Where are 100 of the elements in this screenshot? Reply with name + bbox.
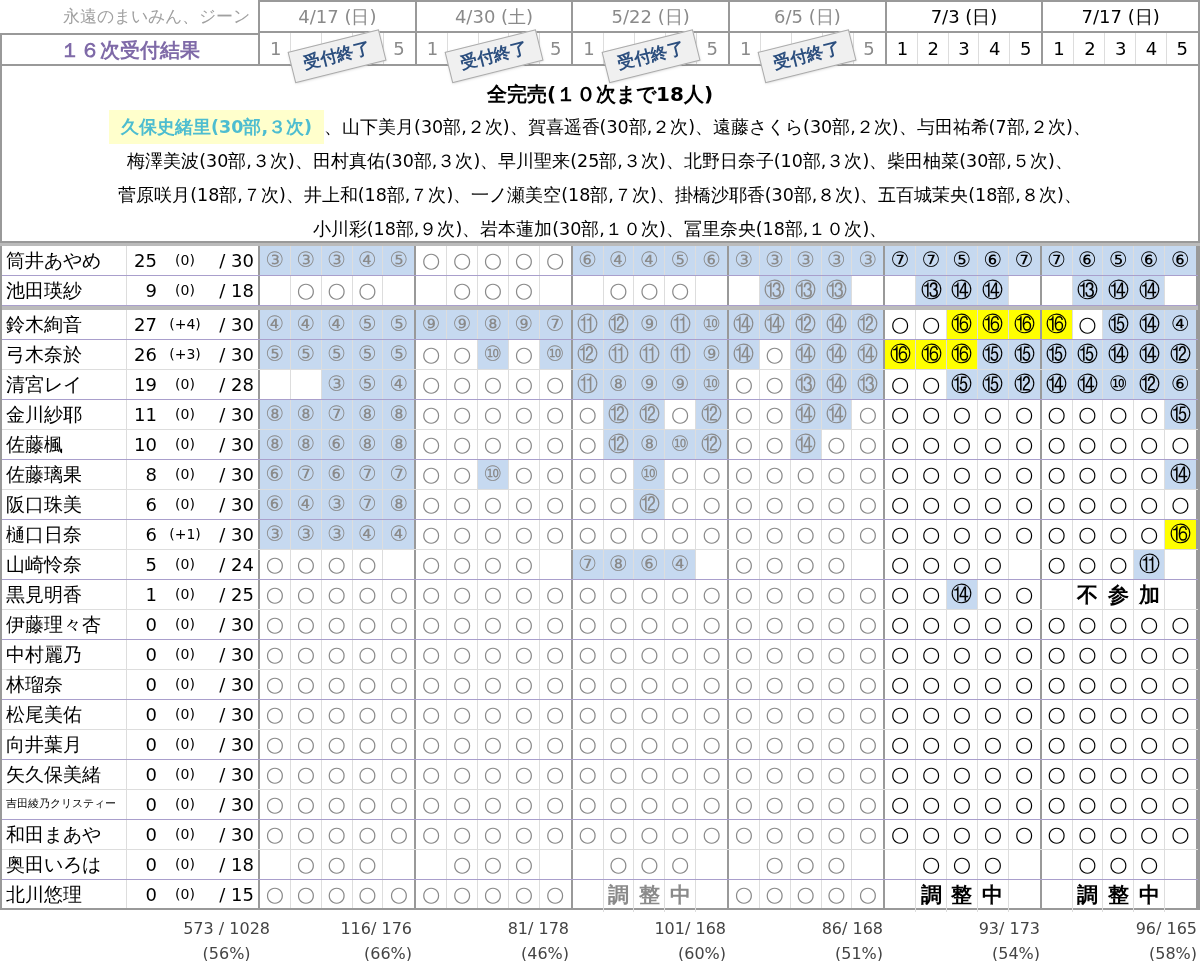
list-separator: 、 — [453, 184, 472, 207]
summary-heading: 全完売(１０次まで18人) — [486, 81, 714, 108]
slot-mark: ○ — [983, 404, 1002, 425]
slot-mark: ○ — [827, 854, 846, 875]
list-separator: 、 — [509, 116, 528, 139]
slot-mark: ○ — [327, 824, 346, 845]
slot-cell: ⑭ — [821, 400, 853, 429]
slot-cell: ⑧ — [352, 400, 384, 429]
slot-cell: ⑯ — [947, 310, 978, 339]
slot-mark: ○ — [1171, 674, 1190, 695]
slot-mark: ○ — [546, 734, 565, 755]
slot-mark: ○ — [734, 554, 754, 575]
slot-mark: ○ — [389, 704, 409, 725]
slot-cell: ⑦ — [885, 246, 917, 275]
slot-mark: ○ — [1109, 554, 1128, 575]
slot-mark: ○ — [640, 704, 659, 725]
slot-cell: ③ — [260, 246, 291, 275]
soldout-entry: 与田祐希(7部,２次) — [916, 116, 1073, 139]
slot-cell: ⑭ — [1072, 370, 1104, 399]
slot-mark: ○ — [921, 374, 941, 395]
slot-mark: ○ — [983, 614, 1002, 635]
slot-mark: ○ — [483, 704, 503, 725]
slot-cell: ⑫ — [1134, 370, 1166, 399]
slot-mark: ○ — [265, 734, 285, 755]
slot-mark: ○ — [452, 854, 472, 875]
slot-mark: ○ — [921, 854, 941, 875]
slot-cell: ④ — [290, 490, 322, 519]
slot-mark: ○ — [891, 524, 910, 545]
slot-mark: ○ — [734, 404, 754, 425]
slot-mark: ○ — [578, 764, 597, 785]
slot-mark: ○ — [452, 674, 472, 695]
slot-mark: ○ — [891, 314, 910, 335]
slot-mark: ○ — [1047, 524, 1066, 545]
slot-mark: ○ — [921, 524, 941, 545]
slot-mark: ○ — [546, 794, 565, 815]
slot-number: 1 — [740, 37, 752, 61]
list-separator: 、 — [869, 150, 888, 173]
slot-mark: ○ — [609, 674, 628, 695]
slot-mark: ○ — [1109, 764, 1128, 785]
slot-mark: ○ — [452, 404, 472, 425]
slot-number: 1 — [583, 37, 595, 61]
event-date: 4/30 (土) — [454, 5, 534, 29]
slot-mark: ○ — [891, 494, 910, 515]
slot-mark: ○ — [1078, 734, 1097, 755]
slot-mark: ○ — [514, 824, 533, 845]
member-name: 松尾美佑 — [6, 702, 82, 728]
slot-cell: ⑫ — [603, 430, 635, 459]
slot-cell: ③ — [321, 520, 353, 549]
slot-cell: ⑦ — [383, 460, 415, 489]
sheet-title: １６次受付結果 — [60, 36, 200, 64]
slot-cell: ⑥ — [321, 460, 353, 489]
slot-mark: ○ — [921, 734, 941, 755]
slot-mark: ○ — [983, 554, 1002, 575]
slot-mark: ○ — [983, 434, 1002, 455]
slot-mark: ○ — [952, 494, 972, 515]
slot-cell: ③ — [852, 246, 884, 275]
slot-cell: ⑫ — [790, 310, 822, 339]
slot-mark: ○ — [983, 854, 1002, 875]
slot-mark: ○ — [765, 734, 784, 755]
slot-mark: ○ — [483, 734, 503, 755]
slot-mark: ○ — [765, 854, 784, 875]
slot-cell: ⑩ — [696, 370, 727, 399]
soldout-entry: 賀喜遥香(30部,２次) — [527, 116, 696, 139]
slot-cell: ⑭ — [1134, 310, 1166, 339]
slot-mark: ○ — [952, 614, 972, 635]
slot-mark: ○ — [452, 644, 472, 665]
total-count: 93/ 173 — [978, 918, 1040, 940]
slot-cell: ④ — [352, 520, 384, 549]
slot-mark: ○ — [296, 854, 315, 875]
slot-cell: ⑬ — [1072, 276, 1104, 305]
slot-mark: ○ — [452, 824, 472, 845]
slot-mark: ○ — [891, 464, 910, 485]
slot-cell: ⑩ — [665, 430, 697, 459]
slot-mark: ○ — [609, 280, 628, 301]
slot-cell: ④ — [634, 246, 666, 275]
sold-count: 0 — [144, 643, 157, 667]
slot-mark: ○ — [983, 764, 1002, 785]
status-note: 調 — [1076, 882, 1098, 909]
slot-mark: ○ — [952, 764, 972, 785]
slot-mark: ○ — [514, 524, 533, 545]
slot-mark: ○ — [796, 494, 815, 515]
slot-mark: ○ — [609, 824, 628, 845]
slot-mark: ○ — [671, 674, 690, 695]
slot-number: 5 — [393, 37, 405, 61]
status-note: 整 — [951, 882, 973, 909]
slot-mark: ○ — [1047, 794, 1066, 815]
slot-mark: ○ — [1047, 494, 1066, 515]
slot-mark: ○ — [422, 434, 441, 455]
list-separator: 、 — [860, 184, 879, 207]
slot-mark: ○ — [265, 674, 285, 695]
slot-mark: ○ — [483, 854, 503, 875]
slot-mark: ○ — [265, 554, 285, 575]
slot-mark: ○ — [514, 883, 533, 905]
soldout-entry: 一ノ瀬美空(18部,７次) — [471, 184, 657, 207]
slot-mark: ○ — [983, 674, 1002, 695]
slot-cell: ⑨ — [696, 340, 727, 369]
slot-mark: ○ — [671, 794, 690, 815]
slot-mark: ○ — [734, 374, 754, 395]
slot-cell: ⑬ — [916, 276, 948, 305]
slot-mark: ○ — [1047, 464, 1066, 485]
